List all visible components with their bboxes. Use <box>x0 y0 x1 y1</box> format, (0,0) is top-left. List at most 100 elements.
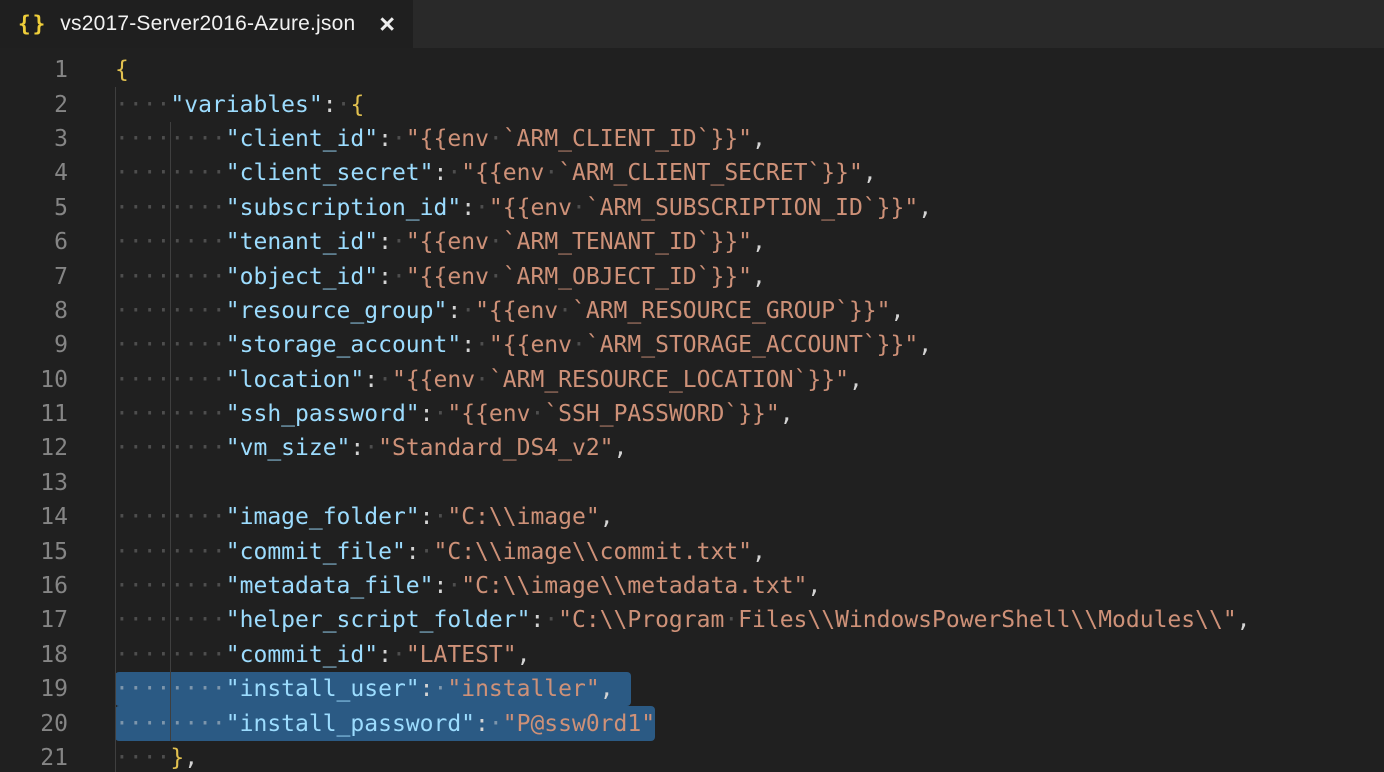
token-pun: : <box>406 539 420 565</box>
line-number[interactable]: 14 <box>0 504 68 530</box>
line-number[interactable]: 4 <box>0 160 68 186</box>
code-line-text[interactable]: ········"install_password":·"P@ssw0rd1" <box>115 706 655 740</box>
token-str: `ARM_RESOURCE_GROUP`}}" <box>572 298 891 324</box>
token-pun: : <box>461 195 475 221</box>
code-line-text[interactable]: ········"object_id":·"{{env·`ARM_OBJECT_… <box>115 259 766 293</box>
code-line-text[interactable]: ········"resource_group":·"{{env·`ARM_RE… <box>115 294 904 328</box>
code-line-text[interactable]: { <box>115 53 129 87</box>
code-line[interactable]: 1{ <box>0 53 1384 87</box>
code-line-text[interactable]: ········"ssh_password":·"{{env·`SSH_PASS… <box>115 397 794 431</box>
line-number[interactable]: 13 <box>0 470 68 496</box>
code-line-text[interactable]: ········"storage_account":·"{{env·`ARM_S… <box>115 328 932 362</box>
line-number[interactable]: 7 <box>0 264 68 290</box>
code-line-text[interactable]: ········"client_secret":·"{{env·`ARM_CLI… <box>115 156 877 190</box>
code-line-text[interactable]: ········"tenant_id":·"{{env·`ARM_TENANT_… <box>115 225 766 259</box>
code-line[interactable]: 13 <box>0 466 1384 500</box>
code-line[interactable]: 4········"client_secret":·"{{env·`ARM_CL… <box>0 156 1384 190</box>
token-str: "{{env <box>489 195 572 221</box>
token-pun: , <box>918 195 932 221</box>
token-str: Files\\WindowsPowerShell\\Modules\\" <box>738 607 1237 633</box>
line-number[interactable]: 19 <box>0 676 68 702</box>
line-number[interactable]: 17 <box>0 607 68 633</box>
code-line[interactable]: 17 ········"helper_script_folder":·"C:\\P… <box>0 603 1384 637</box>
token-pun: , <box>752 229 766 255</box>
token-pun: , <box>891 298 905 324</box>
code-line[interactable]: 19 ········"install_user":·"installer", <box>0 672 1384 706</box>
line-number[interactable]: 3 <box>0 126 68 152</box>
code-editor[interactable]: 1{2····"variables":·{3········"client_id… <box>0 48 1384 772</box>
code-line[interactable]: 15 ········"commit_file":·"C:\\image\\com… <box>0 534 1384 568</box>
line-number[interactable]: 15 <box>0 539 68 565</box>
token-ws: · <box>544 160 558 186</box>
code-line[interactable]: 20 ········"install_password":·"P@ssw0rd1… <box>0 706 1384 740</box>
line-number[interactable]: 5 <box>0 195 68 221</box>
tab-title: vs2017-Server2016-Azure.json <box>60 12 355 36</box>
line-number[interactable]: 9 <box>0 332 68 358</box>
code-line[interactable]: 6 ········"tenant_id":·"{{env·`ARM_TENANT… <box>0 225 1384 259</box>
line-number[interactable]: 6 <box>0 229 68 255</box>
code-line-text[interactable]: ····"variables":·{ <box>115 87 364 121</box>
line-number[interactable]: 16 <box>0 573 68 599</box>
token-pun: , <box>752 126 766 152</box>
token-pun: , <box>614 435 628 461</box>
token-ws: · <box>489 264 503 290</box>
code-line[interactable]: 3 ········"client_id":·"{{env·`ARM_CLIENT… <box>0 122 1384 156</box>
code-line-text[interactable]: ········"location":·"{{env·`ARM_RESOURCE… <box>115 363 863 397</box>
token-ws: · <box>530 401 544 427</box>
code-line[interactable]: 16 ········"metadata_file":·"C:\\image\\m… <box>0 569 1384 603</box>
code-line[interactable]: 2 ····"variables":·{ <box>0 87 1384 121</box>
code-line-text[interactable]: ········"install_user":·"installer", <box>115 672 614 706</box>
token-pun: : <box>434 573 448 599</box>
line-number[interactable]: 21 <box>0 745 68 771</box>
token-ws: · <box>572 332 586 358</box>
code-line[interactable]: 11········"ssh_password":·"{{env·`SSH_PA… <box>0 397 1384 431</box>
close-icon[interactable]: × <box>377 14 397 34</box>
token-pun: , <box>184 745 198 771</box>
code-line-text[interactable]: ········"image_folder":·"C:\\image", <box>115 500 614 534</box>
code-line-text[interactable]: ········"helper_script_folder":·"C:\\Pro… <box>115 603 1251 637</box>
code-line-text[interactable]: ········"commit_file":·"C:\\image\\commi… <box>115 534 766 568</box>
token-ws: ········ <box>115 160 226 186</box>
code-line[interactable]: 10 ········"location":·"{{env·`ARM_RESOUR… <box>0 363 1384 397</box>
token-str: "{{env <box>461 160 544 186</box>
token-pun: : <box>420 504 434 530</box>
code-line[interactable]: 8 ········"resource_group":·"{{env·`ARM_R… <box>0 294 1384 328</box>
token-str: "installer" <box>447 676 599 702</box>
code-line-text[interactable]: ····}, <box>115 741 198 772</box>
code-line[interactable]: 12 ········"vm_size":·"Standard_DS4_v2", <box>0 431 1384 465</box>
code-line[interactable]: 21 ····}, <box>0 741 1384 772</box>
line-number[interactable]: 10 <box>0 367 68 393</box>
line-number[interactable]: 8 <box>0 298 68 324</box>
code-line[interactable]: 14 ········"image_folder":·"C:\\image", <box>0 500 1384 534</box>
token-ws: · <box>434 401 448 427</box>
code-line-text[interactable]: ········"client_id":·"{{env·`ARM_CLIENT_… <box>115 122 766 156</box>
token-ws: ········ <box>115 298 226 324</box>
line-number[interactable]: 20 <box>0 711 68 737</box>
token-ws: ········ <box>115 126 226 152</box>
token-pun: : <box>461 332 475 358</box>
token-str: `ARM_SUBSCRIPTION_ID`}}" <box>586 195 918 221</box>
code-line-text[interactable]: ········"subscription_id":·"{{env·`ARM_S… <box>115 191 932 225</box>
code-line-text[interactable]: ········"metadata_file":·"C:\\image\\met… <box>115 569 821 603</box>
token-key: "storage_account" <box>226 332 461 358</box>
tab-bar: {} vs2017-Server2016-Azure.json × <box>0 0 1384 48</box>
token-str: `ARM_OBJECT_ID`}}" <box>503 264 752 290</box>
line-number[interactable]: 11 <box>0 401 68 427</box>
token-ws: · <box>434 676 448 702</box>
token-ws: · <box>392 229 406 255</box>
token-ws: · <box>447 160 461 186</box>
code-line[interactable]: 7 ········"object_id":·"{{env·`ARM_OBJECT… <box>0 259 1384 293</box>
token-key: "vm_size" <box>226 435 351 461</box>
token-str: "C:\\image\\commit.txt" <box>434 539 753 565</box>
code-line-text[interactable]: ········"vm_size":·"Standard_DS4_v2", <box>115 431 627 465</box>
line-number[interactable]: 18 <box>0 642 68 668</box>
token-str: "C:\\image\\metadata.txt" <box>461 573 807 599</box>
line-number[interactable]: 2 <box>0 92 68 118</box>
code-line[interactable]: 5 ········"subscription_id":·"{{env·`ARM_… <box>0 191 1384 225</box>
code-line-text[interactable]: ········"commit_id":·"LATEST", <box>115 638 530 672</box>
line-number[interactable]: 12 <box>0 435 68 461</box>
code-line[interactable]: 18 ········"commit_id":·"LATEST", <box>0 638 1384 672</box>
tab-vs2017-server2016-azure[interactable]: {} vs2017-Server2016-Azure.json × <box>0 0 413 48</box>
code-line[interactable]: 9········"storage_account":·"{{env·`ARM_… <box>0 328 1384 362</box>
line-number[interactable]: 1 <box>0 57 68 83</box>
